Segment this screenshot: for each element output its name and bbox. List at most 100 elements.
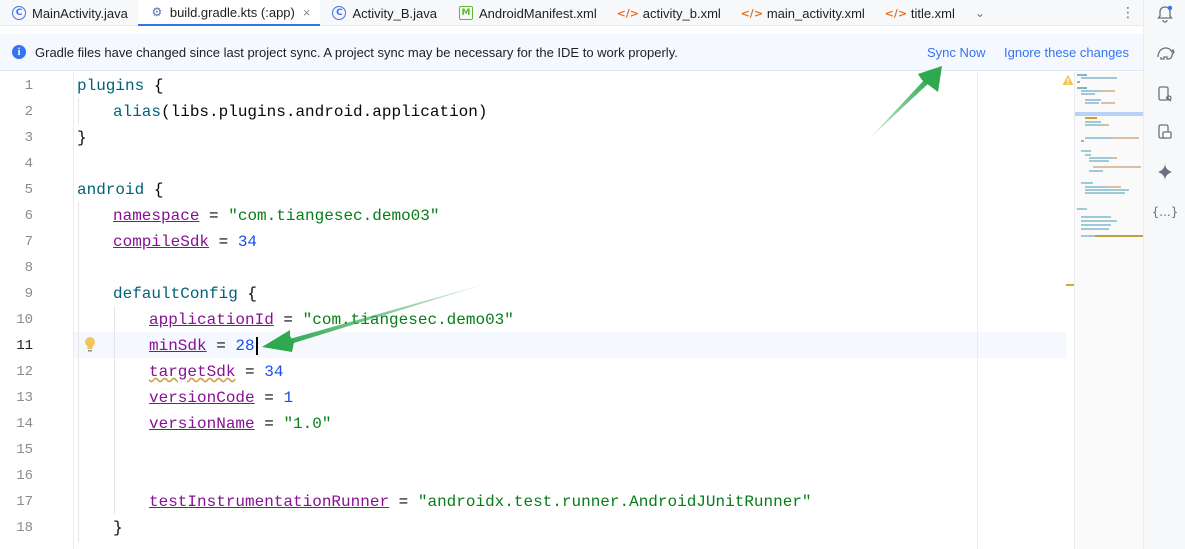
line-number-gutter: 1 2 3 4 5 6 7 8 9 10 11 12 13 14 15 16 1…: [0, 72, 74, 549]
minimap-line: [1077, 81, 1080, 83]
minimap-line: [1085, 124, 1101, 126]
code-minimap[interactable]: [1074, 72, 1144, 549]
minimap-line: [1081, 182, 1093, 184]
code-line-2: alias(libs.plugins.android.application): [113, 103, 488, 121]
line-number: 12: [16, 364, 33, 380]
minimap-line: [1095, 235, 1143, 237]
code-line-10: applicationId = "com.tiangesec.demo03": [149, 311, 514, 329]
more-options-icon[interactable]: ⋮: [1113, 0, 1143, 25]
line-number: 2: [24, 104, 33, 120]
tab-label: activity_b.xml: [642, 5, 721, 21]
tab-label: main_activity.xml: [766, 5, 865, 21]
right-margin-guide: [977, 72, 978, 549]
chevron-down-icon[interactable]: ⌄: [965, 0, 995, 25]
code-line-7: compileSdk = 34: [113, 233, 258, 251]
minimap-line: [1081, 224, 1111, 226]
minimap-line: [1101, 124, 1109, 126]
minimap-line: [1081, 90, 1101, 92]
tab-androidmanifest-xml[interactable]: M AndroidManifest.xml: [447, 0, 607, 26]
java-class-icon: C: [12, 6, 26, 20]
text-cursor: [255, 336, 258, 355]
line-number: 14: [16, 416, 33, 432]
tab-activity-b-java[interactable]: C Activity_B.java: [320, 0, 447, 26]
minimap-line: [1085, 117, 1097, 119]
warning-icon[interactable]: [1062, 74, 1074, 86]
line-number: 7: [24, 234, 33, 250]
tab-build-gradle-kts[interactable]: ⚙ build.gradle.kts (:app) ×: [137, 0, 321, 26]
line-number: 17: [16, 494, 33, 510]
minimap-line: [1089, 160, 1109, 162]
tab-mainactivity-java[interactable]: C MainActivity.java: [0, 0, 138, 26]
indent-guide: [78, 202, 79, 542]
line-number: 13: [16, 390, 33, 406]
minimap-line: [1101, 102, 1115, 104]
minimap-line: [1081, 228, 1109, 230]
line-number: 10: [16, 312, 33, 328]
banner-message: Gradle files have changed since last pro…: [35, 44, 678, 60]
line-number-current: 11: [16, 338, 33, 354]
xml-icon: </>: [740, 6, 764, 20]
tab-main-activity-xml[interactable]: </> main_activity.xml: [731, 0, 875, 26]
minimap-line: [1089, 170, 1103, 172]
minimap-line: [1085, 189, 1129, 191]
xml-icon: </>: [616, 6, 640, 20]
code-line-18: }: [113, 519, 123, 537]
minimap-line: [1077, 87, 1087, 89]
code-line-17: testInstrumentationRunner = "androidx.te…: [149, 493, 812, 511]
minimap-line: [1093, 166, 1141, 168]
right-tool-strip: {...}: [1143, 0, 1185, 549]
minimap-line: [1085, 99, 1101, 101]
minimap-line: [1081, 93, 1095, 95]
line-number: 15: [16, 442, 33, 458]
minimap-line: [1081, 150, 1091, 152]
line-number: 16: [16, 468, 33, 484]
code-editor[interactable]: 1 2 3 4 5 6 7 8 9 10 11 12 13 14 15 16 1…: [0, 72, 1144, 549]
minimap-line: [1077, 208, 1087, 210]
code-line-3: }: [77, 129, 87, 147]
minimap-line: [1085, 192, 1125, 194]
code-line-1: plugins {: [77, 77, 164, 95]
minimap-caret-row: [1075, 112, 1144, 116]
gradle-sync-banner: i Gradle files have changed since last p…: [0, 34, 1143, 71]
line-number: 6: [24, 208, 33, 224]
json-icon[interactable]: {...}: [1152, 202, 1179, 222]
minimap-line: [1077, 74, 1087, 76]
tab-activity-b-xml[interactable]: </> activity_b.xml: [607, 0, 731, 26]
minimap-line: [1085, 137, 1111, 139]
minimap-line: [1111, 137, 1139, 139]
ignore-changes-link[interactable]: Ignore these changes: [1004, 45, 1129, 60]
sync-now-link[interactable]: Sync Now: [927, 45, 986, 60]
minimap-line: [1107, 186, 1121, 188]
indent-guide: [78, 98, 79, 124]
code-line-11: minSdk = 28: [149, 333, 258, 359]
code-line-6: namespace = "com.tiangesec.demo03": [113, 207, 440, 225]
xml-icon: </>: [884, 6, 908, 20]
lightbulb-icon[interactable]: [83, 336, 97, 354]
device-manager-icon[interactable]: [1155, 84, 1175, 104]
minimap-line: [1081, 220, 1117, 222]
minimap-line: [1111, 157, 1117, 159]
line-number: 1: [24, 78, 33, 94]
gradle-icon: ⚙: [151, 5, 163, 19]
manifest-icon: M: [459, 6, 473, 20]
tab-title-xml[interactable]: </> title.xml: [875, 0, 965, 26]
minimap-line: [1081, 140, 1084, 142]
ai-assistant-icon[interactable]: [1155, 162, 1175, 182]
info-icon: i: [12, 45, 26, 59]
close-tab-icon[interactable]: ×: [303, 5, 311, 20]
minimap-line: [1085, 186, 1107, 188]
tab-label: build.gradle.kts (:app): [169, 4, 295, 20]
tab-label: MainActivity.java: [32, 5, 128, 21]
running-devices-icon[interactable]: [1155, 122, 1175, 142]
editor-tab-bar: C MainActivity.java ⚙ build.gradle.kts (…: [0, 0, 1143, 26]
line-number: 4: [24, 156, 33, 172]
tab-label: Activity_B.java: [352, 5, 437, 21]
gradle-elephant-icon[interactable]: [1155, 42, 1175, 62]
minimap-line: [1101, 90, 1115, 92]
scrollbar-warning-marker[interactable]: [1066, 284, 1074, 286]
line-number: 8: [24, 260, 33, 276]
notifications-icon[interactable]: [1155, 4, 1175, 24]
code-line-14: versionName = "1.0": [149, 415, 332, 433]
code-line-5: android {: [77, 181, 164, 199]
tab-label: AndroidManifest.xml: [479, 5, 597, 21]
